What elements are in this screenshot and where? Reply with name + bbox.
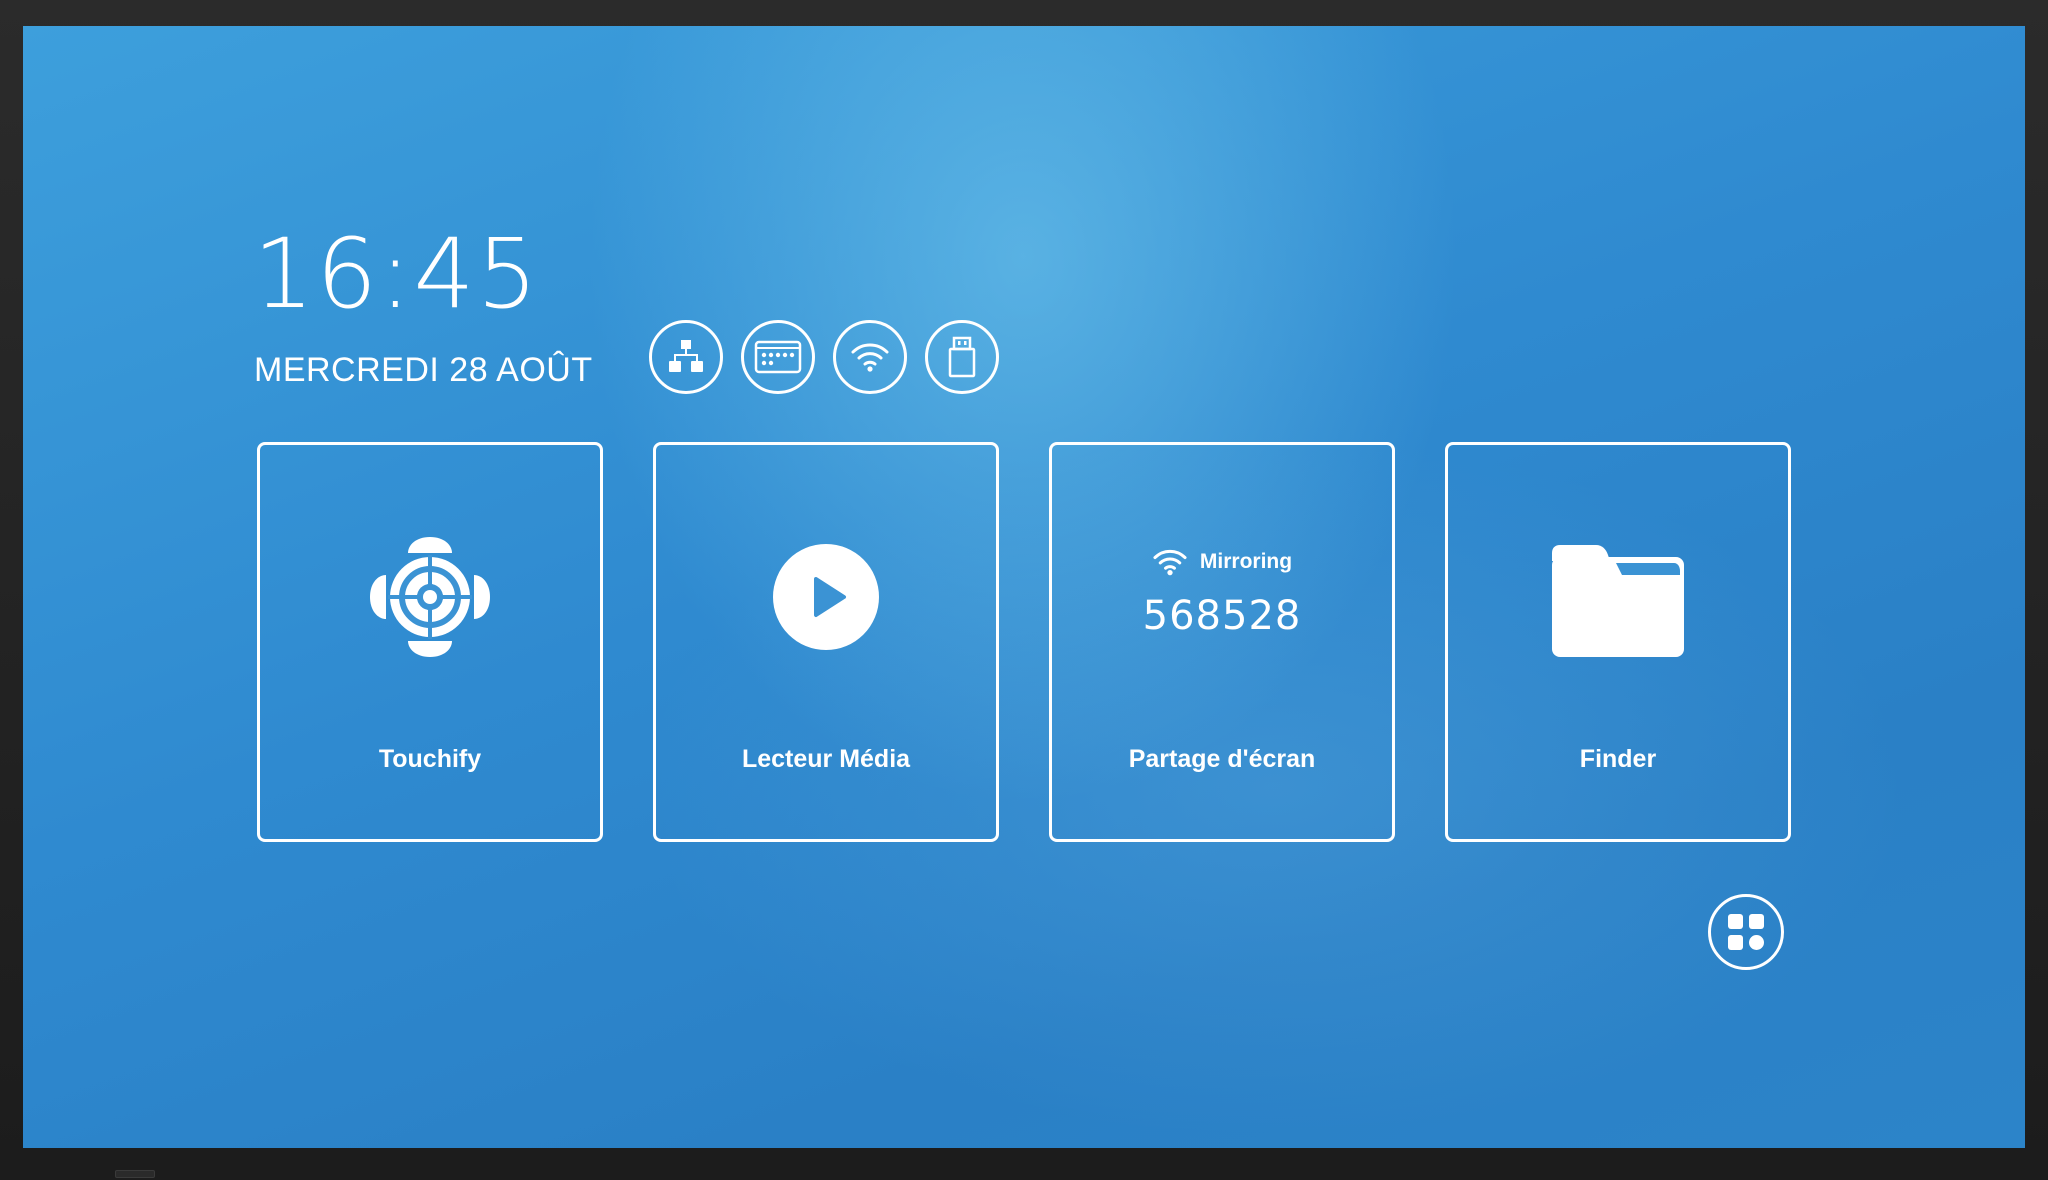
touchify-icon [370,537,490,657]
tile-media-player[interactable]: Lecteur Média [653,442,999,842]
tile-label-media-player: Lecteur Média [741,745,911,773]
mirroring-header: Mirroring [1052,547,1392,577]
tile-touchify[interactable]: Touchify [257,442,603,842]
mirroring-code: 568528 [1142,593,1302,639]
app-tiles: Touchify Lecteur Média Mirroring 568528 … [257,442,1791,842]
mirroring-label: Mirroring [1199,550,1293,573]
bezel-sensor [115,1170,155,1178]
apps-grid-icon [1728,914,1764,950]
network-status-button[interactable] [649,320,723,394]
wifi-icon [1153,549,1187,576]
date: MERCREDI 28 AOÛT [254,351,593,389]
clock: 16:45 [253,218,540,330]
tile-screen-share[interactable]: Mirroring 568528 Partage d'écran [1049,442,1395,842]
play-icon [773,544,879,650]
tile-label-screen-share: Partage d'écran [1128,745,1316,773]
folder-icon [1552,545,1684,657]
wifi-icon [851,343,889,372]
tile-label-finder: Finder [1579,745,1657,773]
status-bar [649,320,999,394]
usb-icon [948,336,976,378]
tile-finder[interactable]: Finder [1445,442,1791,842]
all-apps-button[interactable] [1708,894,1784,970]
home-screen: 16:45 MERCREDI 28 AOÛT Touchify Lecteur … [23,26,2025,1148]
keyboard-icon [754,340,802,374]
tile-label-touchify: Touchify [378,745,482,773]
network-icon [669,340,703,372]
keyboard-status-button[interactable] [741,320,815,394]
usb-status-button[interactable] [925,320,999,394]
wifi-status-button[interactable] [833,320,907,394]
